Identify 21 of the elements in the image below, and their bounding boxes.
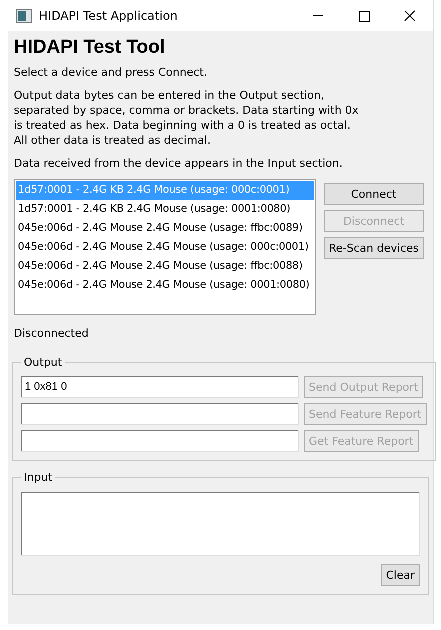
device-item[interactable]: 1d57:0001 - 2.4G KB 2.4G Mouse (usage: 0001:0080) <box>16 200 314 219</box>
device-item[interactable]: 045e:006d - 2.4G Mouse 2.4G Mouse (usage: ffbc:0089) <box>16 219 314 238</box>
device-item[interactable]: 045e:006d - 2.4G Mouse 2.4G Mouse (usage: 0001:0080) <box>16 276 314 295</box>
clear-button[interactable]: Clear <box>381 564 420 586</box>
device-item[interactable]: 045e:006d - 2.4G Mouse 2.4G Mouse (usage: ffbc:0088) <box>16 257 314 276</box>
output-field[interactable] <box>21 430 299 452</box>
window-title: HIDAPI Test Application <box>39 8 179 22</box>
device-item[interactable]: 045e:006d - 2.4G Mouse 2.4G Mouse (usage: 000c:0001) <box>16 238 314 257</box>
device-list[interactable] <box>14 179 316 315</box>
connection-status: Disconnected <box>14 327 90 340</box>
instruction-text: Select a device and press Connect. <box>14 65 208 80</box>
input-legend: Input <box>21 471 56 484</box>
output-legend: Output <box>21 356 66 369</box>
instruction-text: Output data bytes can be entered in the Output section, separated by space, comma or brackets. Data starting with 0x is treated as hex. Data beginning with a 0 is treated as octal. All other data is treated as decimal. <box>14 88 359 148</box>
heading: HIDAPI Test Tool <box>14 37 166 59</box>
input-area[interactable] <box>21 492 420 556</box>
device-button[interactable]: Connect <box>324 183 424 205</box>
output-field[interactable] <box>21 403 299 425</box>
instruction-text: Data received from the device appears in the Input section. <box>14 156 344 171</box>
device-button[interactable]: Re-Scan devices <box>324 237 424 259</box>
window-icon <box>16 8 32 22</box>
